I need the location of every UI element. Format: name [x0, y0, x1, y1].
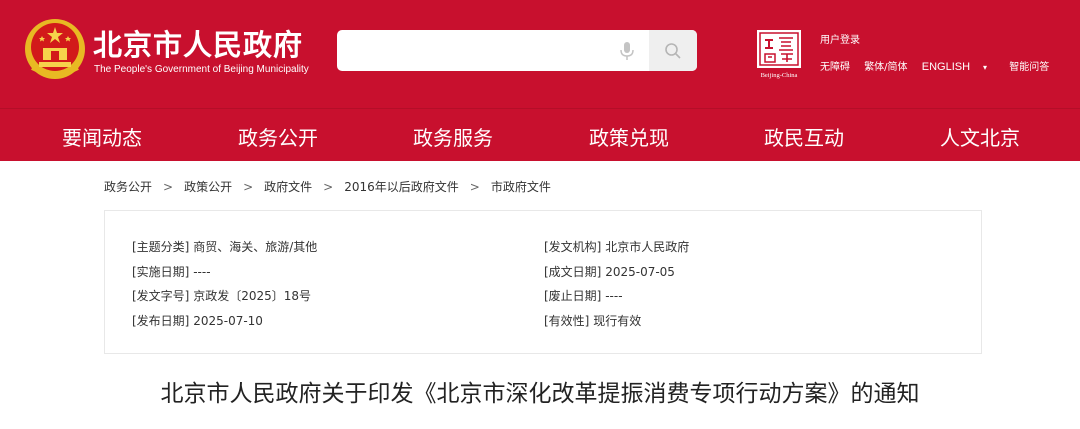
nav-item-gov-affairs[interactable]: 政务公开 — [238, 122, 318, 151]
info-value: ---- — [193, 265, 211, 279]
info-label: [发文机构] — [544, 240, 602, 254]
document-info-box: [主题分类] 商贸、海关、旅游/其他 [发文机构] 北京市人民政府 [实施日期]… — [104, 210, 982, 354]
info-doc-number: [发文字号] 京政发〔2025〕18号 — [132, 287, 311, 304]
info-validity: [有效性] 现行有效 — [544, 312, 641, 329]
dropdown-arrow-icon: ▾ — [983, 63, 988, 72]
capital-logo-icon[interactable]: Beijing-China — [755, 28, 803, 80]
info-effective-date: [实施日期] ---- — [132, 263, 211, 280]
site-title[interactable]: 北京市人民政府 — [93, 22, 303, 64]
english-link[interactable]: ENGLISH — [922, 61, 970, 73]
search-bar — [337, 30, 697, 71]
breadcrumb-item[interactable]: 政府文件 — [264, 180, 312, 194]
breadcrumb-separator: > — [243, 180, 254, 194]
info-label: [废止日期] — [544, 289, 602, 303]
nav-item-interaction[interactable]: 政民互动 — [764, 122, 844, 151]
nav-item-policy[interactable]: 政策兑现 — [589, 122, 669, 151]
breadcrumb-item[interactable]: 2016年以后政府文件 — [344, 180, 459, 194]
info-value: 商贸、海关、旅游/其他 — [193, 240, 318, 254]
info-label: [有效性] — [544, 314, 590, 328]
login-link[interactable]: 用户登录 — [820, 31, 860, 46]
info-label: [发文字号] — [132, 289, 190, 303]
info-written-date: [成文日期] 2025-07-05 — [544, 263, 675, 280]
header-links: 无障碍 繁体/简体 ENGLISH ▾ 智能问答 — [820, 58, 1060, 73]
breadcrumb-separator: > — [469, 180, 480, 194]
info-label: [成文日期] — [544, 265, 602, 279]
info-issuer: [发文机构] 北京市人民政府 — [544, 238, 689, 255]
search-input[interactable] — [337, 30, 637, 71]
microphone-icon[interactable] — [618, 41, 636, 61]
info-value: 京政发〔2025〕18号 — [193, 289, 312, 303]
info-publish-date: [发布日期] 2025-07-10 — [132, 312, 263, 329]
document-title: 北京市人民政府关于印发《北京市深化改革提振消费专项行动方案》的通知 — [160, 381, 920, 407]
capital-logo-caption: Beijing-China — [761, 72, 798, 79]
info-label: [实施日期] — [132, 265, 190, 279]
national-emblem-icon[interactable] — [24, 18, 86, 80]
search-button[interactable] — [649, 30, 697, 71]
breadcrumb-item[interactable]: 政务公开 — [104, 180, 152, 194]
nav-item-news[interactable]: 要闻动态 — [62, 122, 142, 151]
nav-item-services[interactable]: 政务服务 — [413, 122, 493, 151]
site-header: 北京市人民政府 The People's Government of Beiji… — [0, 0, 1080, 108]
info-value: 2025-07-10 — [193, 314, 263, 328]
breadcrumb: 政务公开 > 政策公开 > 政府文件 >2016年以后政府文件 > 市政府文件 — [104, 178, 551, 195]
info-label: [主题分类] — [132, 240, 190, 254]
info-value: 2025-07-05 — [605, 265, 675, 279]
info-value: ---- — [605, 289, 623, 303]
main-nav: 要闻动态 政务公开 政务服务 政策兑现 政民互动 人文北京 — [0, 109, 1080, 161]
info-repeal-date: [废止日期] ---- — [544, 287, 623, 304]
smart-qa-link[interactable]: 智能问答 — [1009, 62, 1049, 73]
trad-simp-link[interactable]: 繁体/简体 — [864, 62, 907, 73]
info-label: [发布日期] — [132, 314, 190, 328]
info-value: 现行有效 — [593, 314, 642, 328]
info-value: 北京市人民政府 — [605, 240, 690, 254]
info-topic: [主题分类] 商贸、海关、旅游/其他 — [132, 238, 317, 255]
breadcrumb-separator: > — [163, 180, 174, 194]
search-icon — [665, 43, 681, 59]
accessible-link[interactable]: 无障碍 — [820, 62, 850, 73]
breadcrumb-item[interactable]: 政策公开 — [184, 180, 232, 194]
nav-item-culture[interactable]: 人文北京 — [940, 122, 1020, 151]
breadcrumb-separator: > — [323, 180, 334, 194]
site-subtitle: The People's Government of Beijing Munic… — [94, 64, 309, 75]
breadcrumb-item[interactable]: 市政府文件 — [491, 180, 551, 194]
